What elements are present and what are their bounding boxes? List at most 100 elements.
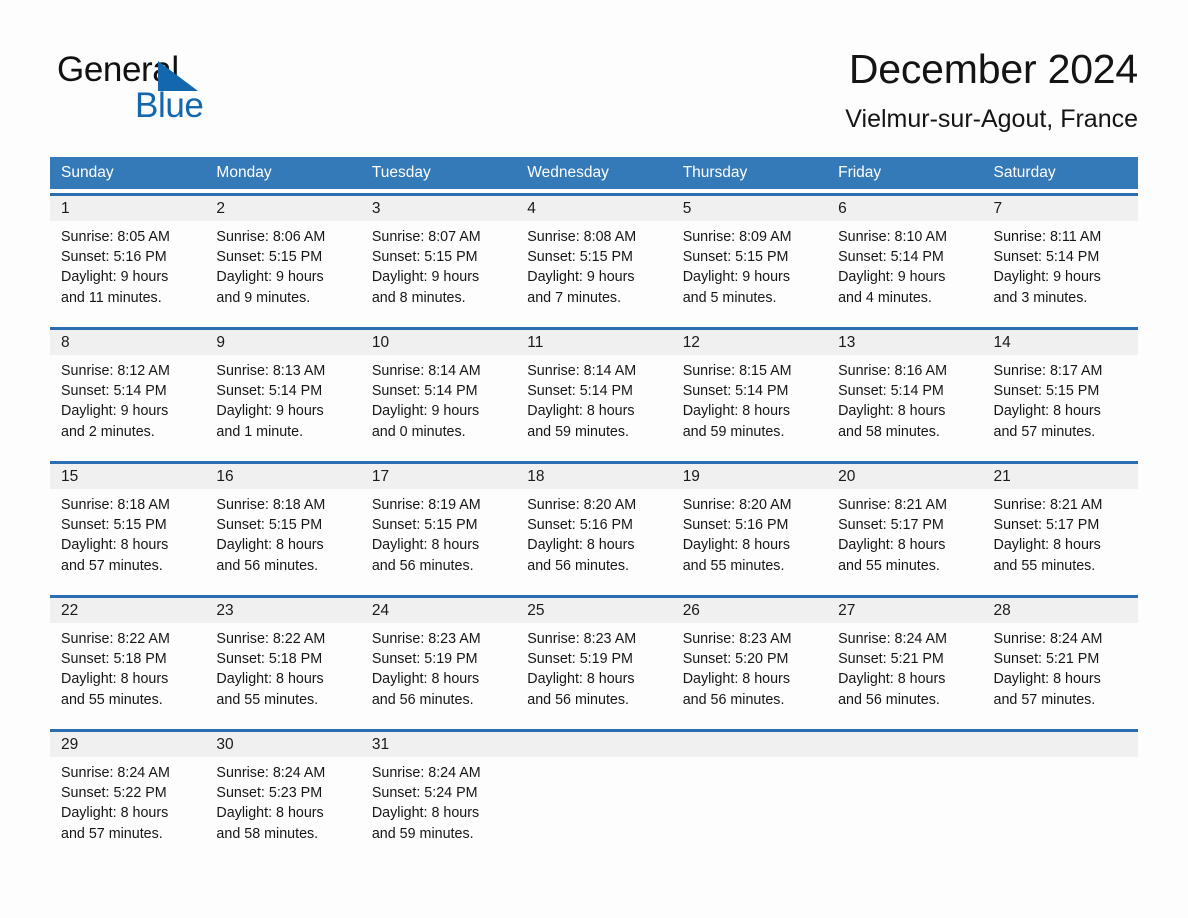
- day-number: 31: [371, 736, 390, 753]
- daylight-text-line1: Daylight: 8 hours: [61, 805, 169, 822]
- calendar-day-cell[interactable]: 14 Sunrise: 8:17 AM Sunset: 5:15 PM Dayligh…: [983, 330, 1138, 452]
- day-number: 7: [993, 200, 1003, 217]
- daylight-text-line1: Daylight: 8 hours: [838, 537, 946, 554]
- sunset-text: Sunset: 5:23 PM: [216, 785, 323, 802]
- daylight-text-line2: and 3 minutes.: [993, 289, 1088, 306]
- sunrise-text: Sunrise: 8:14 AM: [527, 363, 637, 379]
- calendar-day-cell[interactable]: 7 Sunrise: 8:11 AM Sunset: 5:14 PM Daylight…: [983, 196, 1138, 318]
- sunset-text: Sunset: 5:16 PM: [527, 517, 633, 534]
- daylight-text-line2: and 1 minute.: [216, 423, 304, 440]
- day-details: Sunrise: 8:14 AM Sunset: 5:14 PM Daylight:…: [372, 361, 516, 442]
- calendar-day-cell[interactable]: 26 Sunrise: 8:23 AM Sunset: 5:20 PM Dayligh…: [672, 598, 827, 720]
- daylight-text-line2: and 56 minutes.: [527, 691, 629, 708]
- day-number: 15: [61, 468, 79, 485]
- day-number: 13: [838, 334, 856, 351]
- sunrise-text: Sunrise: 8:24 AM: [216, 765, 326, 781]
- daylight-text-line2: and 55 minutes.: [216, 691, 319, 708]
- weekday-header-row: Sunday Monday Tuesday Wednesday Thursday…: [50, 157, 1138, 189]
- calendar-day-cell[interactable]: 18 Sunrise: 8:20 AM Sunset: 5:16 PM Dayligh…: [516, 464, 671, 586]
- calendar-day-cell[interactable]: 19 Sunrise: 8:20 AM Sunset: 5:16 PM Dayligh…: [672, 464, 827, 586]
- daylight-text-line1: Daylight: 8 hours: [371, 805, 480, 822]
- day-details: Sunrise: 8:18 AM Sunset: 5:15 PM Daylight:…: [216, 495, 360, 576]
- daylight-text-line1: Daylight: 8 hours: [216, 537, 324, 554]
- daylight-text-line1: Daylight: 8 hours: [993, 537, 1101, 554]
- calendar-day-cell[interactable]: 9 Sunrise: 8:13 AM Sunset: 5:14 PM Daylight…: [205, 330, 360, 452]
- calendar-day-cell[interactable]: 12 Sunrise: 8:15 AM Sunset: 5:14 PM Dayligh…: [672, 330, 827, 452]
- calendar-day-cell[interactable]: 25 Sunrise: 8:23 AM Sunset: 5:19 PM Dayligh…: [516, 598, 671, 720]
- day-details: Sunrise: 8:08 AM Sunset: 5:15 PM Daylight:…: [527, 227, 671, 308]
- calendar-day-cell[interactable]: 22 Sunrise: 8:22 AM Sunset: 5:18 PM Dayligh…: [50, 598, 205, 720]
- day-details: Sunrise: 8:24 AM Sunset: 5:23 PM Daylight:…: [216, 763, 360, 844]
- sunset-text: Sunset: 5:14 PM: [61, 383, 167, 400]
- day-number: 6: [838, 200, 847, 217]
- calendar-day-cell[interactable]: 8 Sunrise: 8:12 AM Sunset: 5:14 PM Daylight…: [50, 330, 205, 452]
- calendar-day-cell[interactable]: 13 Sunrise: 8:16 AM Sunset: 5:14 PM Dayligh…: [827, 330, 982, 452]
- daylight-text-line2: and 11 minutes.: [61, 289, 162, 306]
- sunrise-text: Sunrise: 8:21 AM: [993, 497, 1103, 513]
- calendar-day-cell[interactable]: 15 Sunrise: 8:18 AM Sunset: 5:15 PM Dayligh…: [50, 464, 205, 586]
- calendar-day-cell[interactable]: 6 Sunrise: 8:10 AM Sunset: 5:14 PM Daylight…: [827, 196, 982, 318]
- daylight-text-line1: Daylight: 8 hours: [216, 805, 324, 822]
- day-details: Sunrise: 8:22 AM Sunset: 5:18 PM Daylight:…: [61, 629, 205, 710]
- calendar-day-cell[interactable]: 2 Sunrise: 8:06 AM Sunset: 5:15 PM Daylight…: [205, 196, 360, 318]
- generalblue-logo[interactable]: General Blue: [57, 50, 277, 136]
- calendar-week-row: 29 Sunrise: 8:24 AM Sunset: 5:22 PM Dayligh…: [50, 729, 1138, 854]
- sunset-text: Sunset: 5:15 PM: [61, 517, 167, 534]
- daylight-text-line1: Daylight: 8 hours: [61, 671, 169, 688]
- day-number: 16: [216, 468, 234, 485]
- daylight-text-line2: and 56 minutes.: [371, 557, 474, 574]
- sunrise-text: Sunrise: 8:08 AM: [527, 229, 637, 245]
- daylight-text-line1: Daylight: 9 hours: [527, 269, 635, 286]
- calendar-week-row: 22 Sunrise: 8:22 AM Sunset: 5:18 PM Dayligh…: [50, 595, 1138, 720]
- sunrise-text: Sunrise: 8:24 AM: [371, 765, 481, 781]
- calendar-day-cell[interactable]: 24 Sunrise: 8:23 AM Sunset: 5:19 PM Dayligh…: [361, 598, 516, 720]
- calendar-day-cell[interactable]: 17 Sunrise: 8:19 AM Sunset: 5:15 PM Dayligh…: [361, 464, 516, 586]
- daylight-text-line1: Daylight: 8 hours: [527, 537, 635, 554]
- calendar-day-cell[interactable]: 11 Sunrise: 8:14 AM Sunset: 5:14 PM Dayligh…: [516, 330, 671, 452]
- sunset-text: Sunset: 5:15 PM: [682, 249, 789, 266]
- calendar-day-cell-empty: [672, 732, 827, 854]
- calendar-day-cell[interactable]: 1 Sunrise: 8:05 AM Sunset: 5:16 PM Daylight…: [50, 196, 205, 318]
- calendar-day-cell[interactable]: 21 Sunrise: 8:21 AM Sunset: 5:17 PM Dayligh…: [983, 464, 1138, 586]
- calendar-day-cell[interactable]: 20 Sunrise: 8:21 AM Sunset: 5:17 PM Dayligh…: [827, 464, 982, 586]
- sunset-text: Sunset: 5:15 PM: [527, 249, 633, 266]
- daylight-text-line1: Daylight: 8 hours: [838, 403, 946, 420]
- calendar-day-cell[interactable]: 23 Sunrise: 8:22 AM Sunset: 5:18 PM Dayligh…: [205, 598, 360, 720]
- day-number: 9: [216, 334, 226, 351]
- daylight-text-line1: Daylight: 9 hours: [682, 269, 790, 286]
- sunset-text: Sunset: 5:14 PM: [216, 383, 323, 400]
- calendar-day-cell[interactable]: 30 Sunrise: 8:24 AM Sunset: 5:23 PM Dayligh…: [205, 732, 360, 854]
- day-details: Sunrise: 8:05 AM Sunset: 5:16 PM Daylight:…: [61, 227, 205, 308]
- calendar-day-cell[interactable]: 29 Sunrise: 8:24 AM Sunset: 5:22 PM Dayligh…: [50, 732, 205, 854]
- daylight-text-line1: Daylight: 8 hours: [371, 537, 480, 554]
- daylight-text-line2: and 59 minutes.: [371, 825, 474, 842]
- daylight-text-line2: and 58 minutes.: [216, 825, 319, 842]
- daylight-text-line1: Daylight: 8 hours: [993, 671, 1101, 688]
- calendar-day-cell[interactable]: 5 Sunrise: 8:09 AM Sunset: 5:15 PM Daylight…: [672, 196, 827, 318]
- calendar-day-cell[interactable]: 28 Sunrise: 8:24 AM Sunset: 5:21 PM Dayligh…: [983, 598, 1138, 720]
- calendar-day-cell-empty: [516, 732, 671, 854]
- sunrise-text: Sunrise: 8:09 AM: [682, 229, 792, 245]
- daylight-text-line1: Daylight: 8 hours: [527, 403, 635, 420]
- calendar-day-cell[interactable]: 3 Sunrise: 8:07 AM Sunset: 5:15 PM Daylight…: [361, 196, 516, 318]
- calendar-day-cell[interactable]: 4 Sunrise: 8:08 AM Sunset: 5:15 PM Daylight…: [516, 196, 671, 318]
- sunrise-text: Sunrise: 8:05 AM: [61, 229, 170, 245]
- day-details: Sunrise: 8:10 AM Sunset: 5:14 PM Daylight:…: [838, 227, 982, 308]
- day-number: 28: [993, 602, 1011, 619]
- calendar-day-cell[interactable]: 27 Sunrise: 8:24 AM Sunset: 5:21 PM Dayligh…: [827, 598, 982, 720]
- sunrise-text: Sunrise: 8:16 AM: [838, 363, 947, 379]
- daylight-text-line2: and 8 minutes.: [371, 289, 466, 306]
- calendar-table: Sunday Monday Tuesday Wednesday Thursday…: [50, 157, 1138, 854]
- daylight-text-line2: and 56 minutes.: [838, 691, 940, 708]
- sunrise-text: Sunrise: 8:07 AM: [371, 229, 481, 245]
- day-details: Sunrise: 8:12 AM Sunset: 5:14 PM Daylight:…: [61, 361, 205, 442]
- calendar-day-cell[interactable]: 16 Sunrise: 8:18 AM Sunset: 5:15 PM Dayligh…: [205, 464, 360, 586]
- sunset-text: Sunset: 5:21 PM: [993, 651, 1100, 668]
- calendar-week-row: 15 Sunrise: 8:18 AM Sunset: 5:15 PM Dayligh…: [50, 461, 1138, 586]
- calendar-day-cell[interactable]: 10 Sunrise: 8:14 AM Sunset: 5:14 PM Dayligh…: [361, 330, 516, 452]
- day-number: 25: [527, 602, 545, 619]
- daylight-text-line1: Daylight: 8 hours: [682, 671, 790, 688]
- daylight-text-line1: Daylight: 9 hours: [371, 269, 480, 286]
- day-details: Sunrise: 8:18 AM Sunset: 5:15 PM Daylight:…: [61, 495, 205, 576]
- calendar-day-cell[interactable]: 31 Sunrise: 8:24 AM Sunset: 5:24 PM Dayligh…: [361, 732, 516, 854]
